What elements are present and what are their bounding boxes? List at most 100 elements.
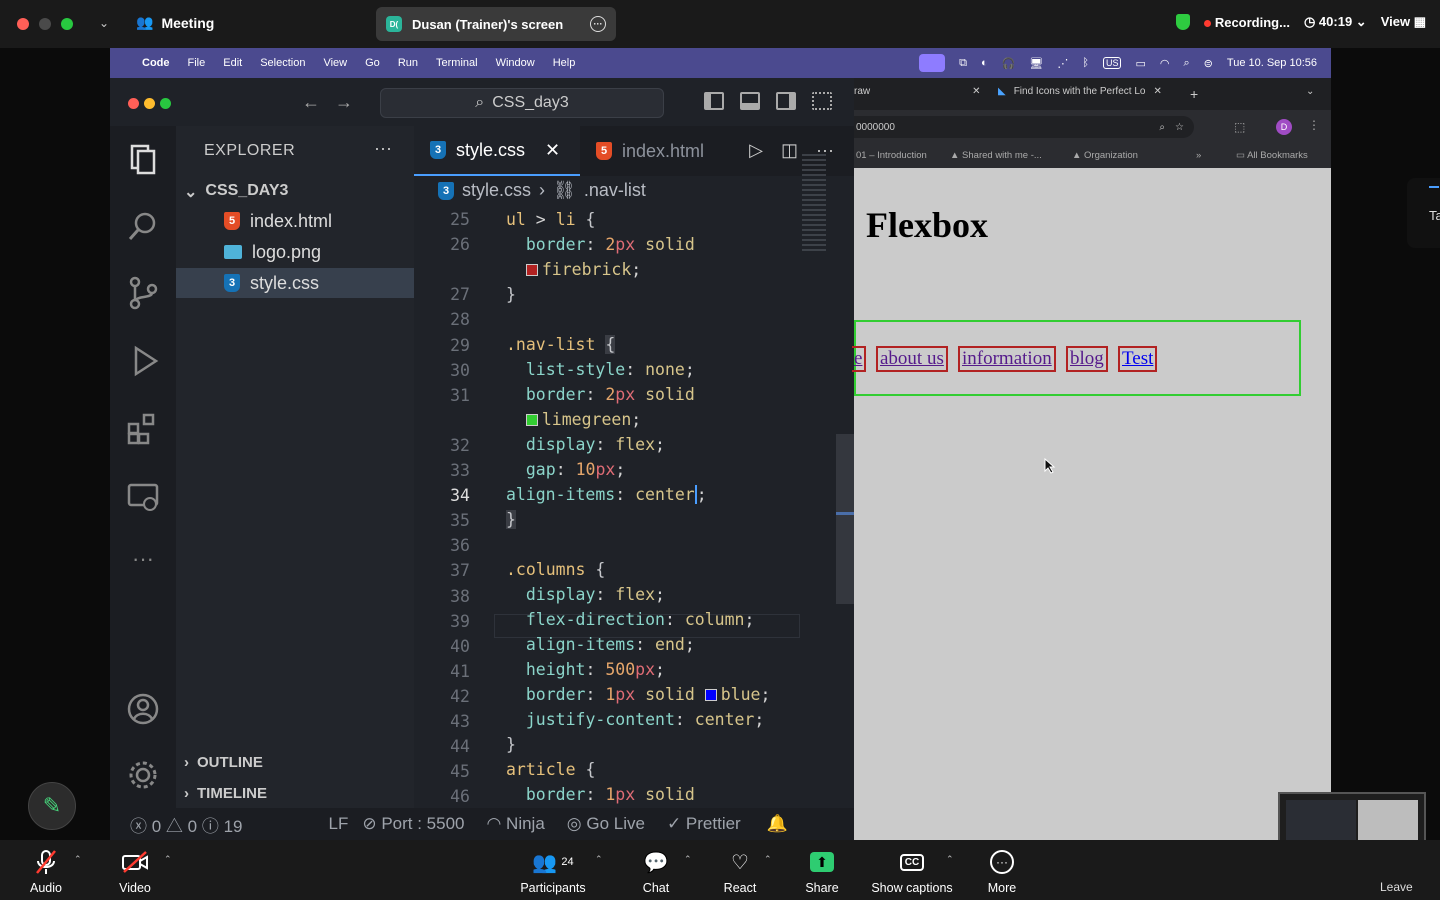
- menu-datetime[interactable]: Tue 10. Sep 10:56: [1227, 57, 1317, 69]
- nav-link-home[interactable]: e: [852, 346, 867, 372]
- minimap[interactable]: [802, 154, 826, 254]
- audio-button[interactable]: Audio: [28, 848, 64, 895]
- file-style-css[interactable]: 3 style.css: [176, 268, 414, 298]
- source-control-icon[interactable]: [126, 276, 160, 310]
- wifi-icon[interactable]: ◠: [1160, 57, 1170, 70]
- bookmark-item[interactable]: ▲ Organization: [1072, 150, 1138, 161]
- headphones-icon[interactable]: 🎧: [1002, 57, 1016, 70]
- nav-link-blog[interactable]: blog: [1066, 346, 1108, 372]
- side-panel-tab[interactable]: Ta: [1407, 178, 1440, 248]
- ninja-status[interactable]: ◠ Ninja: [486, 814, 544, 834]
- meeting-info[interactable]: 👥 Meeting: [136, 14, 214, 31]
- menu-app-name[interactable]: Code: [142, 57, 170, 69]
- file-index-html[interactable]: 5 index.html: [176, 206, 414, 236]
- breadcrumb-file[interactable]: style.css: [462, 180, 531, 201]
- spotlight-search-icon[interactable]: ⌕: [1184, 57, 1190, 70]
- chevron-down-icon[interactable]: ⌄: [99, 16, 109, 30]
- video-button[interactable]: Video: [116, 848, 154, 895]
- menu-go[interactable]: Go: [365, 57, 380, 69]
- toggle-sidebar-icon[interactable]: [704, 92, 724, 110]
- prettier-status[interactable]: ✓ Prettier: [667, 814, 741, 834]
- audio-options-caret-icon[interactable]: ⌃: [74, 854, 82, 865]
- recording-indicator[interactable]: Recording...: [1203, 15, 1290, 30]
- captions-caret-icon[interactable]: ⌃: [946, 854, 954, 865]
- toggle-secondary-sidebar-icon[interactable]: [776, 92, 796, 110]
- close-tab-icon[interactable]: ✕: [1153, 86, 1161, 97]
- display-icon[interactable]: 🖥: [1029, 57, 1043, 70]
- folder-row[interactable]: ⌄ CSS_DAY3: [184, 182, 288, 202]
- nav-link-test[interactable]: Test: [1118, 346, 1158, 372]
- screen-share-indicator-icon[interactable]: [919, 54, 946, 72]
- meeting-timer[interactable]: ◷ 40:19 ⌄: [1304, 14, 1367, 30]
- chat-button[interactable]: 💬 Chat: [638, 848, 674, 896]
- control-center-icon[interactable]: ⊜: [1204, 57, 1213, 70]
- all-bookmarks[interactable]: ▭ All Bookmarks: [1236, 150, 1308, 161]
- nav-link-information[interactable]: information: [958, 346, 1056, 372]
- close-tab-icon[interactable]: ✕: [545, 140, 560, 161]
- share-screen-button[interactable]: ⬆ Share: [802, 848, 842, 895]
- run-icon[interactable]: ▷: [749, 140, 763, 161]
- browser-menu-icon[interactable]: ⋮: [1308, 118, 1320, 132]
- react-caret-icon[interactable]: ⌃: [764, 854, 772, 865]
- bookmark-item[interactable]: ▲ Shared with me -...: [950, 150, 1042, 161]
- customize-layout-icon[interactable]: [812, 92, 832, 110]
- browser-tab[interactable]: raw ✕: [854, 86, 981, 97]
- eol-status[interactable]: LF: [329, 814, 349, 834]
- battery-icon[interactable]: ▭: [1135, 57, 1145, 70]
- vscode-minimize-button[interactable]: [144, 98, 155, 109]
- more-button[interactable]: ··· More: [984, 848, 1020, 895]
- file-logo-png[interactable]: logo.png: [176, 237, 414, 267]
- settings-gear-icon[interactable]: [126, 758, 160, 792]
- tab-index-html[interactable]: 5 index.html: [580, 126, 732, 176]
- menu-run[interactable]: Run: [398, 57, 418, 69]
- bluetooth-icon[interactable]: ᛒ: [1082, 57, 1089, 69]
- dots-icon[interactable]: ⋰: [1057, 57, 1068, 70]
- screen-share-pill[interactable]: D( Dusan (Trainer)'s screen ···: [376, 7, 616, 41]
- menu-terminal[interactable]: Terminal: [436, 57, 478, 69]
- vscode-close-button[interactable]: [128, 98, 139, 109]
- menu-help[interactable]: Help: [553, 57, 576, 69]
- breadcrumb-symbol[interactable]: .nav-list: [584, 180, 646, 201]
- menu-file[interactable]: File: [188, 57, 206, 69]
- minimize-window-button[interactable]: [39, 18, 51, 30]
- view-button[interactable]: View ▦: [1381, 14, 1426, 30]
- outline-section[interactable]: › OUTLINE: [184, 754, 263, 771]
- annotate-pencil-button[interactable]: ✎: [28, 782, 76, 830]
- menu-window[interactable]: Window: [496, 57, 535, 69]
- explorer-more-icon[interactable]: ···: [374, 138, 392, 159]
- port-status[interactable]: ⊘ Port : 5500: [362, 814, 464, 834]
- react-button[interactable]: ♡ React: [720, 848, 760, 896]
- browser-tab[interactable]: ◣ Find Icons with the Perfect Lo ✕: [998, 86, 1162, 97]
- command-center-search[interactable]: ⌕ CSS_day3: [380, 88, 664, 118]
- remote-explorer-icon[interactable]: [126, 480, 160, 514]
- tab-search-icon[interactable]: ⌄: [1306, 86, 1314, 97]
- menu-selection[interactable]: Selection: [260, 57, 305, 69]
- forward-arrow-icon[interactable]: →: [335, 92, 353, 112]
- captions-button[interactable]: CC Show captions: [866, 848, 958, 895]
- close-tab-icon[interactable]: ✕: [972, 86, 980, 97]
- toggle-panel-icon[interactable]: [740, 92, 760, 110]
- bookmark-item[interactable]: 01 – Introduction: [856, 150, 927, 161]
- timeline-section[interactable]: › TIMELINE: [184, 785, 267, 802]
- vscode-maximize-button[interactable]: [160, 98, 171, 109]
- color-swatch[interactable]: [525, 414, 538, 426]
- split-editor-icon[interactable]: ◫: [781, 140, 798, 161]
- profile-avatar[interactable]: D: [1276, 119, 1292, 135]
- extensions-icon[interactable]: ⬚: [1234, 120, 1245, 134]
- explorer-files-icon[interactable]: [126, 142, 160, 176]
- address-bar[interactable]: 0000000 ⌕ ☆: [854, 116, 1194, 138]
- screens-icon[interactable]: ⧉: [959, 57, 967, 70]
- errors-status[interactable]: ⓧ 0 △ 0 ⓘ 19: [130, 812, 243, 837]
- maximize-window-button[interactable]: [61, 18, 73, 30]
- more-views-icon[interactable]: ···: [126, 546, 160, 580]
- extensions-icon[interactable]: [126, 412, 160, 446]
- menu-view[interactable]: View: [323, 57, 347, 69]
- app-icon[interactable]: ◐: [981, 57, 988, 69]
- account-icon[interactable]: [126, 692, 160, 726]
- leave-button[interactable]: Leave: [1380, 880, 1413, 894]
- back-arrow-icon[interactable]: ←: [302, 92, 320, 112]
- menu-edit[interactable]: Edit: [223, 57, 242, 69]
- bookmark-star-icon[interactable]: ☆: [1175, 122, 1184, 133]
- editor-scrollbar[interactable]: [836, 434, 854, 604]
- tab-style-css[interactable]: 3 style.css ✕: [414, 126, 580, 176]
